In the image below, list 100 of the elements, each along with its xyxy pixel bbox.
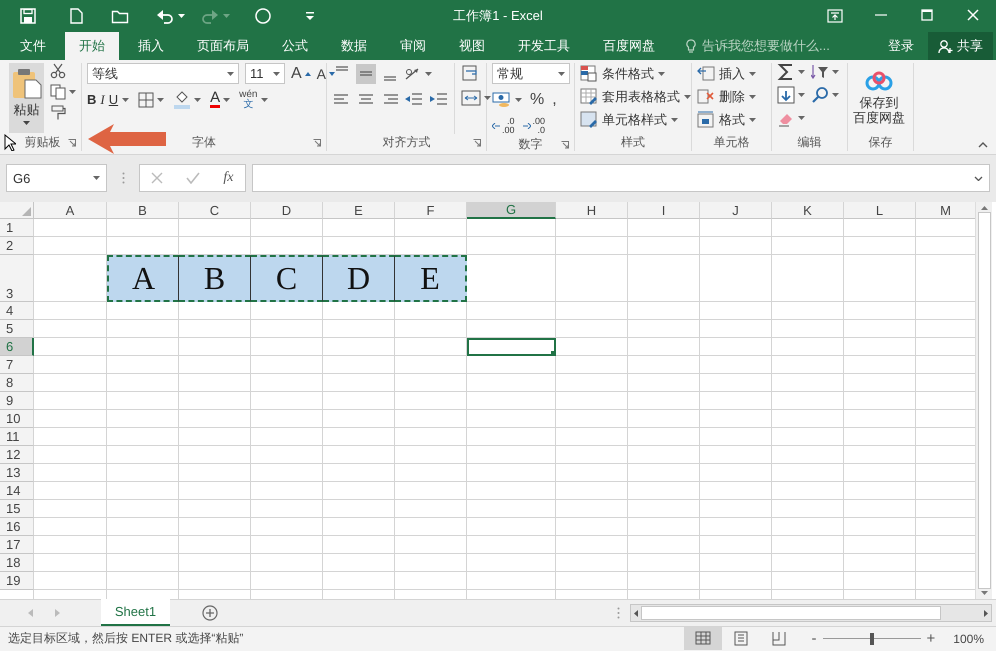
ribbon-tab[interactable]: 插入	[124, 32, 178, 60]
caret-icon[interactable]	[23, 121, 30, 125]
percent-button[interactable]: %	[530, 90, 544, 108]
row-header[interactable]: 13	[0, 464, 34, 482]
page-layout-icon[interactable]	[732, 631, 749, 646]
column-header[interactable]: B	[107, 202, 179, 219]
row-header[interactable]: 4	[0, 302, 34, 320]
fill-color-icon[interactable]	[173, 90, 192, 108]
scrollbar-thumb[interactable]	[641, 606, 941, 620]
view-button[interactable]	[684, 627, 722, 650]
page-break-preview-icon[interactable]	[770, 631, 787, 646]
row-header[interactable]: 7	[0, 356, 34, 374]
row-header[interactable]: 14	[0, 482, 34, 500]
caret-icon[interactable]	[671, 118, 678, 122]
underline-button[interactable]: U	[108, 92, 118, 107]
ribbon-tab[interactable]: 页面布局	[183, 32, 263, 60]
grow-font-button[interactable]: A	[291, 64, 311, 82]
column-header[interactable]: A	[34, 202, 107, 219]
ribbon-tab[interactable]: 百度网盘	[589, 32, 669, 60]
name-box[interactable]: G6	[6, 164, 107, 192]
ribbon-tab[interactable]: 审阅	[386, 32, 440, 60]
search-icon[interactable]	[811, 86, 829, 104]
bold-button[interactable]: B	[87, 92, 96, 107]
undo-icon[interactable]	[156, 7, 174, 25]
horizontal-scrollbar[interactable]	[630, 604, 992, 622]
row-header[interactable]: 18	[0, 554, 34, 572]
caret-icon[interactable]	[658, 72, 665, 76]
dialog-launcher-icon[interactable]	[68, 138, 76, 146]
decrease-decimal-button[interactable]: .00 .0	[522, 116, 546, 134]
vertical-scrollbar[interactable]	[975, 202, 992, 599]
format-cells-button[interactable]: 格式	[697, 109, 756, 131]
dialog-launcher-icon[interactable]	[313, 138, 321, 146]
maximize-icon[interactable]	[921, 9, 933, 21]
close-icon[interactable]	[967, 9, 979, 21]
drag-handle-icon[interactable]	[617, 607, 620, 619]
caret-icon[interactable]	[515, 98, 522, 102]
ribbon-tab[interactable]: 公式	[268, 32, 322, 60]
caret-icon[interactable]	[749, 118, 756, 122]
row-header[interactable]: 17	[0, 536, 34, 554]
caret-icon[interactable]	[178, 14, 185, 18]
column-header[interactable]: J	[700, 202, 772, 219]
phonetic-button[interactable]: wén 文	[239, 90, 258, 110]
scroll-up-icon[interactable]	[980, 206, 988, 210]
delete-cells-button[interactable]: 删除	[697, 86, 756, 108]
scroll-down-icon[interactable]	[980, 591, 988, 595]
ribbon-tab[interactable]: 数据	[327, 32, 381, 60]
dialog-launcher-icon[interactable]	[473, 138, 481, 146]
increase-decimal-button[interactable]: .0 .00	[492, 116, 515, 134]
caret-icon[interactable]	[122, 98, 130, 102]
caret-icon[interactable]	[425, 72, 432, 76]
format-painter-icon[interactable]	[50, 105, 66, 121]
tell-me-field[interactable]: 告诉我您想要做什么...	[702, 37, 830, 55]
paste-button[interactable]: 粘贴	[9, 63, 44, 133]
caret-icon[interactable]	[227, 72, 234, 76]
row-header[interactable]: 15	[0, 500, 34, 518]
slider-thumb[interactable]	[870, 632, 874, 644]
sheet-tab[interactable]: Sheet1	[101, 599, 170, 626]
collapse-ribbon-icon[interactable]	[978, 142, 988, 148]
caret-icon[interactable]	[798, 116, 805, 120]
number-format-field[interactable]: 常规	[492, 63, 570, 84]
ribbon-display-icon[interactable]	[827, 9, 843, 23]
row-header[interactable]: 1	[0, 219, 34, 237]
share-button[interactable]: 共享	[928, 32, 993, 60]
ribbon-tab[interactable]: 开始	[65, 32, 119, 60]
caret-icon[interactable]	[273, 72, 280, 76]
column-header[interactable]: D	[251, 202, 323, 219]
italic-button[interactable]: I	[100, 92, 105, 108]
row-header[interactable]: 9	[0, 392, 34, 410]
sum-icon[interactable]	[777, 63, 795, 81]
save-to-baidu-button[interactable]: 保存到 百度网盘	[853, 63, 905, 134]
caret-icon[interactable]	[749, 95, 756, 99]
merge-icon[interactable]	[461, 88, 481, 108]
column-header[interactable]: I	[628, 202, 700, 219]
shrink-font-button[interactable]: A	[316, 66, 336, 82]
caret-icon[interactable]	[223, 98, 230, 102]
insert-cells-button[interactable]: 插入	[697, 63, 756, 85]
formula-input[interactable]	[252, 164, 990, 192]
ribbon-tab[interactable]: 视图	[445, 32, 499, 60]
font-name-field[interactable]: 等线	[87, 63, 239, 84]
caret-icon[interactable]	[558, 72, 565, 76]
zoom-out-button[interactable]: -	[806, 627, 823, 650]
caret-icon[interactable]	[69, 90, 76, 94]
save-icon[interactable]	[19, 7, 37, 25]
cell-styles-button[interactable]: 单元格样式	[580, 109, 691, 131]
caret-icon[interactable]	[194, 98, 202, 102]
scroll-left-icon[interactable]	[634, 610, 638, 616]
insert-function-button[interactable]: fx	[223, 170, 234, 186]
scissors-icon[interactable]	[50, 63, 66, 79]
column-header[interactable]: L	[844, 202, 916, 219]
lightbulb-icon[interactable]	[686, 38, 696, 54]
scrollbar-thumb[interactable]	[978, 212, 990, 589]
caret-icon[interactable]	[260, 98, 268, 102]
caret-icon[interactable]	[749, 72, 756, 76]
column-header[interactable]: C	[179, 202, 251, 219]
conditional-formatting-button[interactable]: 条件格式	[580, 63, 691, 85]
copy-icon[interactable]	[50, 84, 66, 100]
borders-icon[interactable]	[138, 92, 154, 108]
dialog-launcher-icon[interactable]	[561, 140, 569, 148]
row-header[interactable]: 8	[0, 374, 34, 392]
column-header[interactable]: H	[556, 202, 628, 219]
